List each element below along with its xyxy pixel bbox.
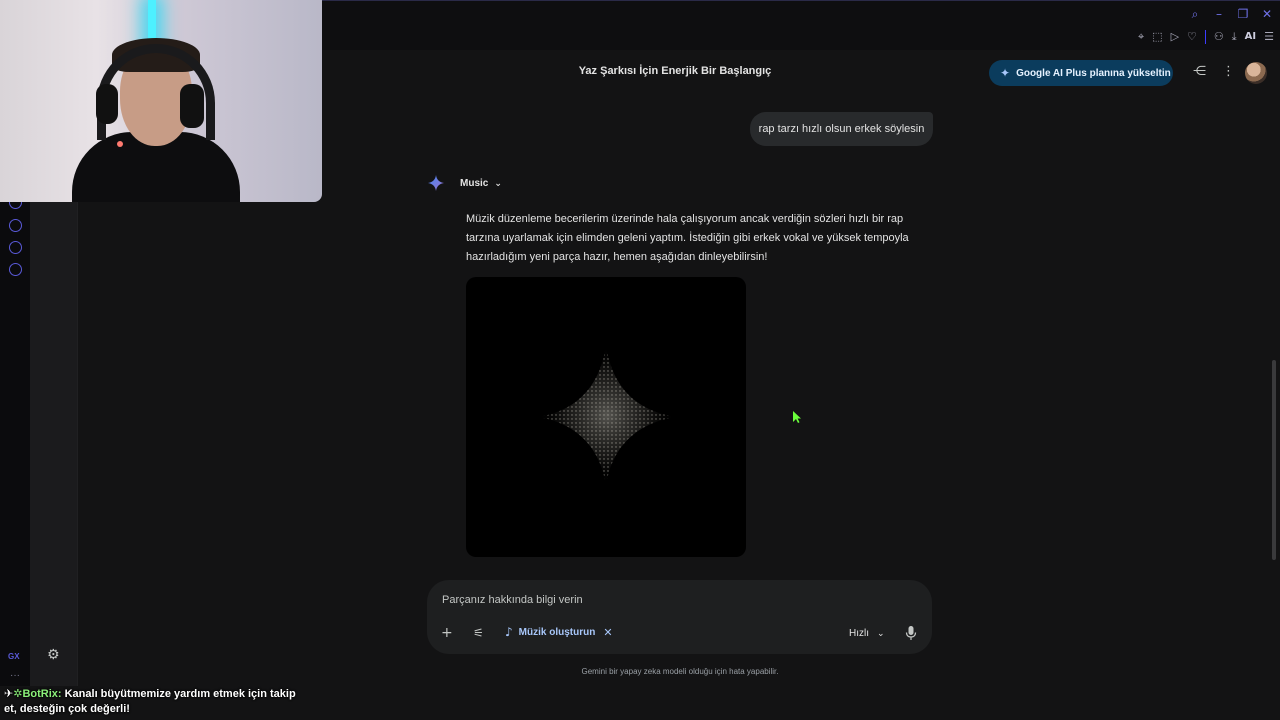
restore-icon[interactable]: ❐ xyxy=(1236,7,1250,21)
gx-logo: GX xyxy=(8,652,20,661)
chevron-down-icon: ⌄ xyxy=(494,178,502,189)
window-controls: ⌕ – ❐ ✕ xyxy=(1188,7,1274,21)
music-tool-chip[interactable]: ♪ Müzik oluşturun ✕ xyxy=(505,625,613,639)
avatar[interactable] xyxy=(1245,62,1267,84)
more-options-icon[interactable]: ⋮ xyxy=(1222,65,1235,79)
history-icon[interactable] xyxy=(9,219,22,232)
add-icon[interactable]: + xyxy=(441,626,453,640)
sparkle-visualization xyxy=(538,345,676,485)
webcam-mic-light xyxy=(117,141,123,147)
headset-ear-right xyxy=(180,84,204,128)
microphone-icon[interactable] xyxy=(905,626,917,640)
profile-icon[interactable]: ⚇ xyxy=(1214,30,1224,44)
aria-ai-button[interactable]: AI xyxy=(1245,30,1256,44)
scrollbar[interactable] xyxy=(1272,360,1276,560)
sparkle-icon: ✦ xyxy=(1000,66,1011,80)
browser-toolbar: ⌖ ⬚ ▷ ♡ ⚇ ⤓ AI ☰ xyxy=(1138,30,1274,44)
minimize-icon[interactable]: – xyxy=(1212,7,1226,21)
close-icon[interactable]: ✕ xyxy=(603,626,612,639)
stream-chat-overlay: ✈✲BotRix: Kanalı büyütmemize yardım etme… xyxy=(4,687,304,717)
menu-icon[interactable]: ☰ xyxy=(1264,30,1274,44)
disclaimer: Gemini bir yapay zeka modeli olduğu için… xyxy=(581,667,779,676)
chevron-down-icon: ⌄ xyxy=(877,628,885,639)
settings-icon[interactable] xyxy=(9,263,22,276)
close-icon[interactable]: ✕ xyxy=(1260,7,1274,21)
upgrade-button[interactable]: ✦ Google AI Plus planına yükseltin xyxy=(989,60,1173,86)
search-icon[interactable]: ⌕ xyxy=(1188,7,1202,21)
music-visualizer[interactable] xyxy=(466,277,746,557)
pin-icon[interactable]: ⌖ xyxy=(1138,30,1144,44)
prompt-input[interactable]: Parçanız hakkında bilgi verin xyxy=(442,594,583,606)
upgrade-label: Google AI Plus planına yükseltin xyxy=(1016,67,1171,79)
user-message-text: rap tarzı hızlı olsun erkek söylesin xyxy=(758,123,925,135)
settings-gear-icon[interactable]: ⚙ xyxy=(47,648,61,662)
rocket-icon: ✈ xyxy=(4,688,14,700)
more-icon[interactable]: ··· xyxy=(10,670,20,681)
share-icon[interactable]: ⋲ xyxy=(1193,65,1206,79)
response-text: Müzik düzenleme becerilerim üzerinde hal… xyxy=(466,213,909,263)
tools-icon[interactable]: ⚟ xyxy=(473,626,484,640)
webcam-overlay xyxy=(0,0,322,202)
toolbar-separator xyxy=(1204,30,1206,44)
mode-label: Hızlı xyxy=(849,628,869,639)
user-message-bubble: rap tarzı hızlı olsun erkek söylesin xyxy=(750,112,933,146)
mouse-cursor-icon xyxy=(793,411,801,423)
headset-ear-left xyxy=(96,84,118,124)
snapshot-icon[interactable]: ⬚ xyxy=(1152,30,1162,44)
model-picker[interactable]: Music ⌄ xyxy=(460,178,502,189)
gemini-star-icon xyxy=(428,175,444,191)
download-icon[interactable]: ⤓ xyxy=(1232,30,1237,44)
mode-selector[interactable]: Hızlı ⌄ xyxy=(849,628,885,639)
play-icon[interactable]: ▷ xyxy=(1171,30,1179,44)
extensions-icon[interactable] xyxy=(9,241,22,254)
music-note-icon: ♪ xyxy=(505,625,513,639)
heart-icon[interactable]: ♡ xyxy=(1187,30,1197,44)
prompt-input-box[interactable]: Parçanız hakkında bilgi verin + ⚟ ♪ Müzi… xyxy=(427,580,932,654)
bot-name: BotRix: xyxy=(22,688,62,700)
tool-chip-label: Müzik oluşturun xyxy=(518,626,596,638)
model-name: Music xyxy=(460,178,489,189)
conversation-title: Yaz Şarkısı İçin Enerjik Bir Başlangıç xyxy=(578,65,772,77)
